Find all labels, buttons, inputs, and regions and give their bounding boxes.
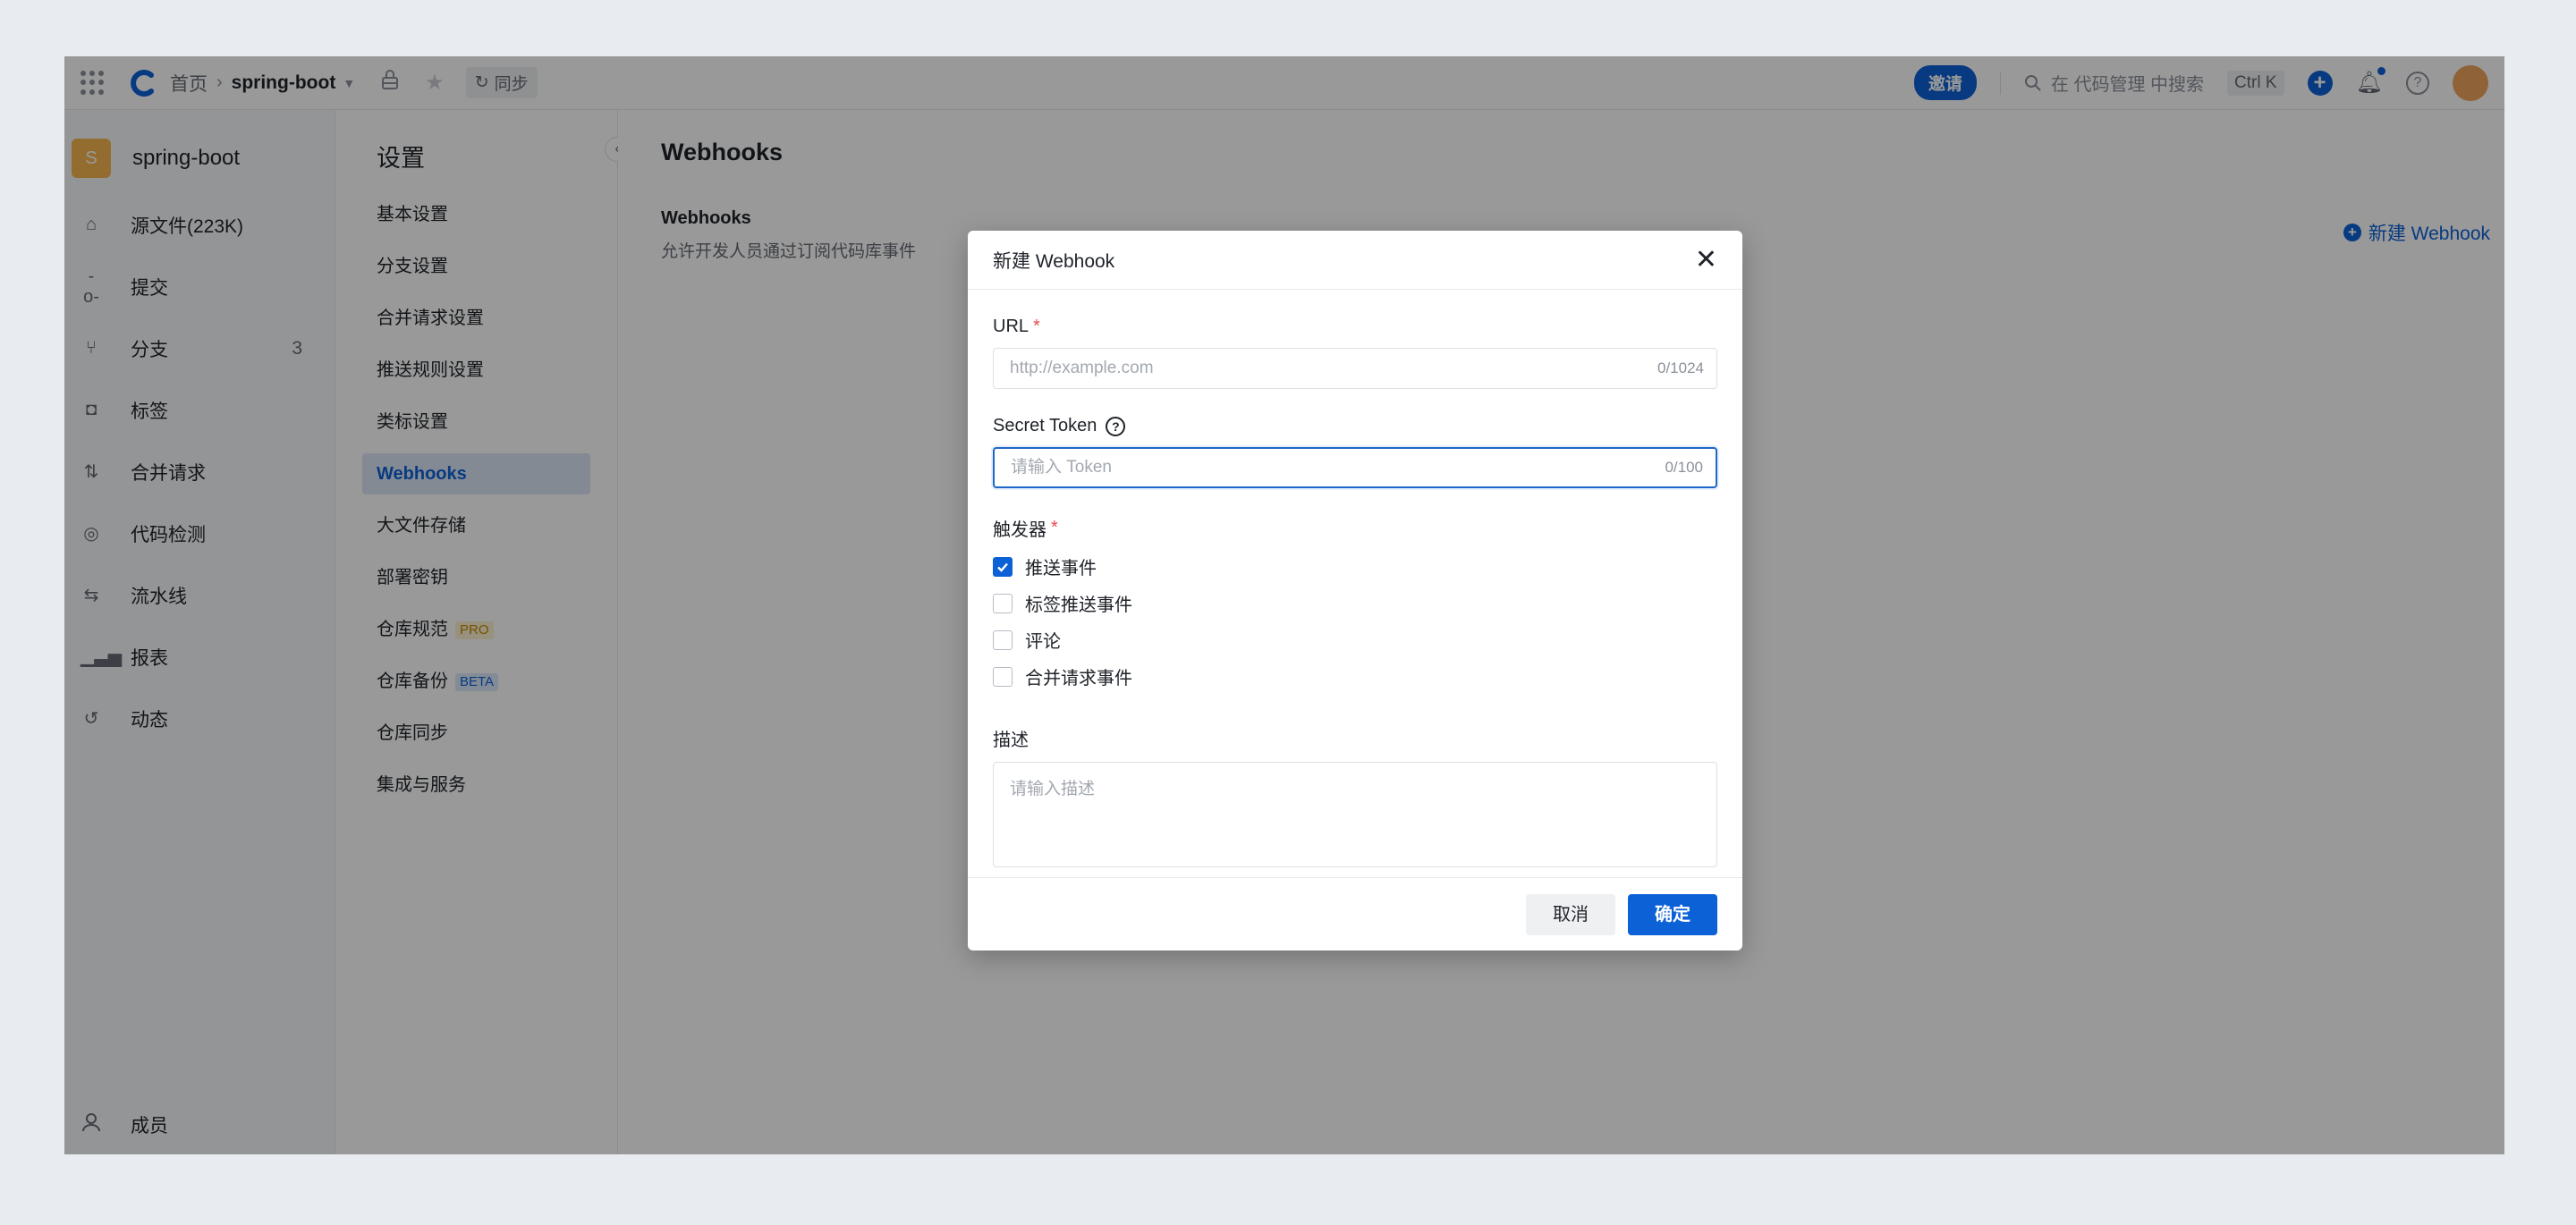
trigger-label-text: 触发器: [993, 520, 1046, 540]
trigger-merge-request-event[interactable]: 合并请求事件: [993, 658, 1717, 695]
checkbox-label: 标签推送事件: [1025, 596, 1132, 615]
required-mark: *: [1051, 518, 1058, 537]
trigger-checkbox-group: 推送事件 标签推送事件 评论 合并请求事件: [993, 548, 1717, 695]
trigger-push-event[interactable]: 推送事件: [993, 548, 1717, 585]
required-mark: *: [1033, 317, 1040, 336]
checkbox-label: 评论: [1025, 632, 1061, 652]
trigger-tag-push-event[interactable]: 标签推送事件: [993, 585, 1717, 621]
app-window: 首页 › spring-boot ▼ ★ ↻ 同步 邀请 在 代码管理 中搜索 …: [64, 56, 2504, 1154]
url-field[interactable]: 0/1024: [993, 348, 1717, 389]
checkbox[interactable]: [993, 666, 1013, 687]
checkbox[interactable]: [993, 629, 1013, 650]
url-char-counter: 0/1024: [1657, 359, 1704, 376]
token-label: Secret Token ?: [993, 416, 1717, 436]
token-field[interactable]: 0/100: [993, 447, 1717, 488]
token-char-counter: 0/100: [1665, 459, 1703, 476]
cancel-button[interactable]: 取消: [1526, 893, 1615, 935]
checkbox[interactable]: [993, 593, 1013, 613]
url-input[interactable]: [1010, 359, 1657, 378]
trigger-label: 触发器 *: [993, 515, 1717, 541]
url-label: URL *: [993, 317, 1717, 337]
dialog-body: URL* 0/1024 Secret Token ? 0/100 触发器*: [968, 317, 1742, 867]
dialog-footer: 取消 确定: [968, 877, 1742, 950]
token-input[interactable]: [1011, 458, 1665, 477]
checkbox-label: 合并请求事件: [1025, 669, 1132, 689]
url-label-text: URL: [993, 317, 1030, 336]
question-icon[interactable]: ?: [1106, 416, 1126, 436]
close-icon[interactable]: ✕: [1695, 246, 1717, 274]
confirm-button[interactable]: 确定: [1628, 893, 1717, 935]
dialog-header: 新建 Webhook ✕: [968, 231, 1742, 290]
description-label: 描述: [993, 731, 1029, 750]
new-webhook-dialog: 新建 Webhook ✕ URL* 0/1024 Secret Token ? …: [968, 231, 1742, 950]
description-textarea[interactable]: 请输入描述: [993, 762, 1717, 867]
checkbox-checked[interactable]: [993, 556, 1013, 577]
token-label-text: Secret Token: [993, 416, 1097, 435]
trigger-comment[interactable]: 评论: [993, 621, 1717, 658]
check-icon: [997, 562, 1008, 572]
checkbox-label: 推送事件: [1025, 559, 1097, 579]
dialog-title: 新建 Webhook: [993, 250, 1115, 272]
